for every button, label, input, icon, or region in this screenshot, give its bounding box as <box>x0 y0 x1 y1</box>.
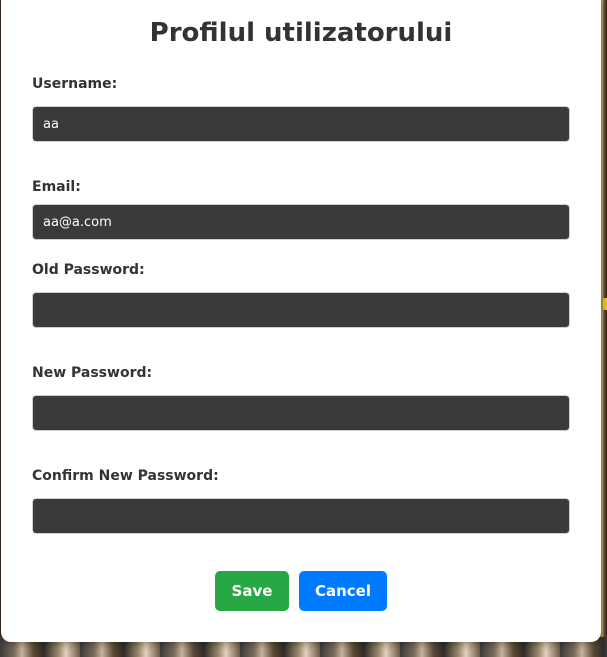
new-password-label: New Password: <box>32 365 153 381</box>
confirm-password-input[interactable] <box>32 498 570 534</box>
username-input[interactable] <box>32 106 570 142</box>
save-button[interactable]: Save <box>215 571 289 611</box>
profile-card: Profilul utilizatorului Username: Email:… <box>1 0 601 642</box>
background-accent <box>603 298 607 310</box>
old-password-input[interactable] <box>32 292 570 328</box>
old-password-label: Old Password: <box>32 262 145 278</box>
new-password-input[interactable] <box>32 395 570 431</box>
username-label: Username: <box>32 76 118 92</box>
cancel-button[interactable]: Cancel <box>299 571 387 611</box>
email-input[interactable] <box>32 204 570 240</box>
confirm-password-label: Confirm New Password: <box>32 468 219 484</box>
email-label: Email: <box>32 179 81 195</box>
page-title: Profilul utilizatorului <box>149 18 453 48</box>
